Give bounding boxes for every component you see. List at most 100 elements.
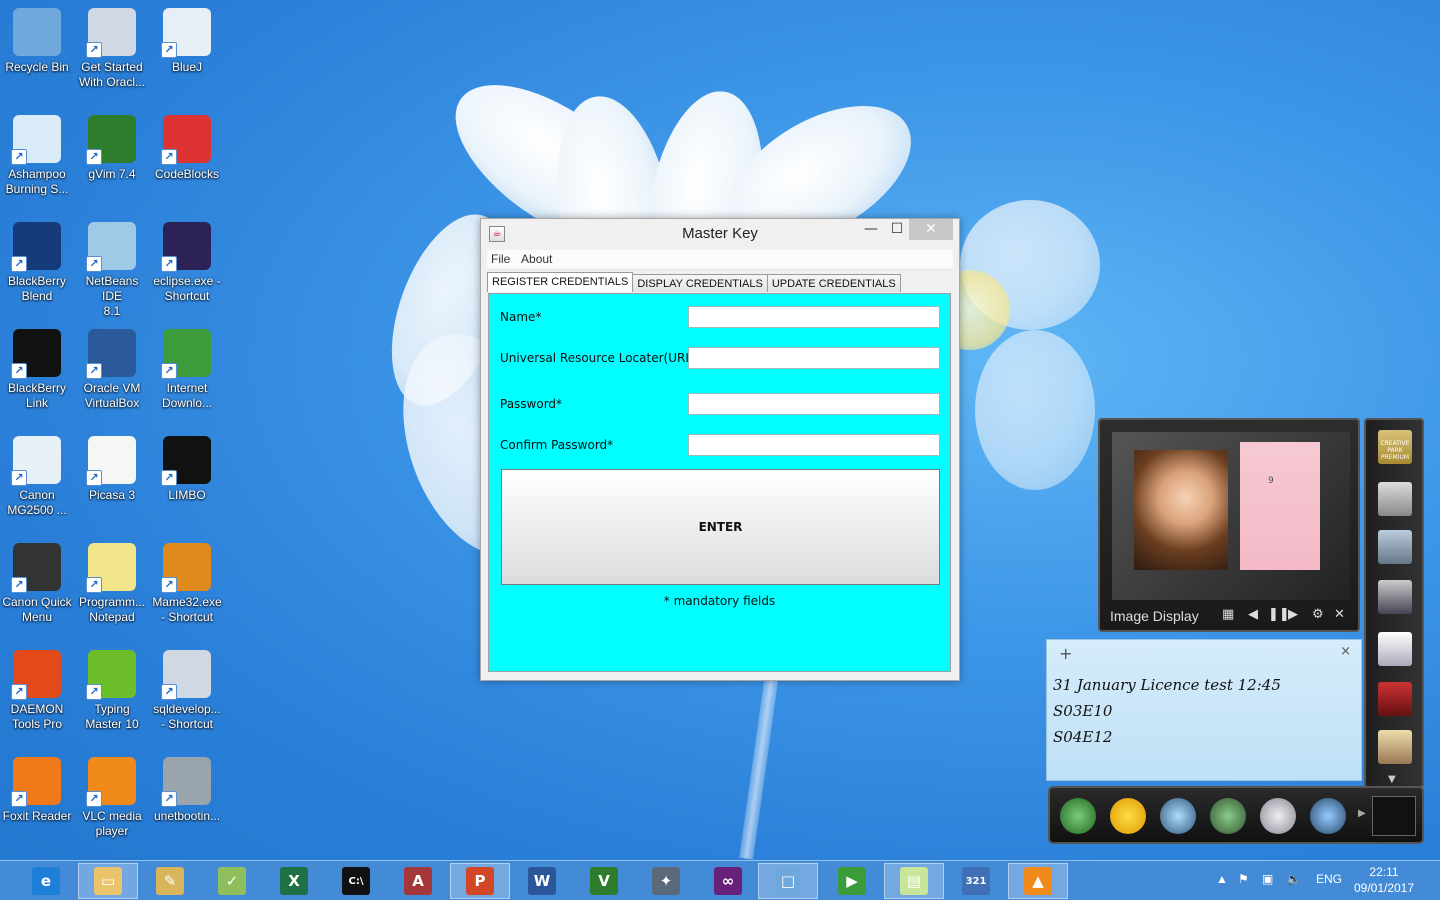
desktop-icon[interactable]: ↗ gVim 7.4: [75, 115, 149, 182]
info-icon[interactable]: [1160, 798, 1196, 834]
desktop-icon[interactable]: ↗ VLC media player: [75, 757, 149, 839]
desktop-icon[interactable]: Recycle Bin: [0, 8, 74, 75]
ashampoo-icon: ↗: [11, 115, 61, 165]
support-icon[interactable]: [1310, 798, 1346, 834]
next-icon[interactable]: ▶: [1288, 607, 1298, 622]
desktop-icon[interactable]: ↗ LIMBO: [150, 436, 224, 503]
file-explorer-icon: ▭: [94, 867, 122, 895]
url-input[interactable]: [688, 347, 940, 369]
name-input[interactable]: [688, 306, 940, 328]
film-print-icon[interactable]: [1378, 580, 1412, 614]
desktop-icon[interactable]: ↗ NetBeans IDE 8.1: [75, 222, 149, 319]
taskbar-button[interactable]: ∞: [698, 863, 758, 899]
desktop-icon-label: sqldevelop... - Shortcut: [153, 702, 221, 731]
vlc-icon: ▲: [1024, 867, 1052, 895]
desktop-icon[interactable]: ↗ Programm... Notepad: [75, 543, 149, 625]
taskbar-button[interactable]: ▭: [78, 863, 138, 899]
tab-display-credentials[interactable]: DISPLAY CREDENTIALS: [632, 274, 768, 292]
enter-button[interactable]: ENTER: [501, 469, 940, 585]
desktop-icon[interactable]: ↗ Internet Downlo...: [150, 329, 224, 411]
desktop-icon[interactable]: ↗ BlueJ: [150, 8, 224, 75]
desktop-icon[interactable]: ↗ DAEMON Tools Pro: [0, 650, 74, 732]
shortcut-arrow-icon: ↗: [161, 577, 177, 593]
taskbar-button[interactable]: ▲: [1008, 863, 1068, 899]
printer-user-icon[interactable]: [1210, 798, 1246, 834]
shortcut-arrow-icon: ↗: [161, 42, 177, 58]
photo-frame-icon[interactable]: [1378, 730, 1412, 764]
desktop-icon[interactable]: ↗ CodeBlocks: [150, 115, 224, 182]
note-line: 31 January Licence test 12:45: [1053, 676, 1281, 694]
taskbar-button[interactable]: ▤: [884, 863, 944, 899]
printer-tool-icon[interactable]: [1378, 482, 1412, 516]
dock-next-icon[interactable]: ▶: [1358, 808, 1366, 819]
maximize-button[interactable]: ☐: [883, 219, 911, 240]
desktop-icon-label: BlackBerry Link: [7, 381, 66, 410]
desktop-icon[interactable]: ↗ Canon Quick Menu: [0, 543, 74, 625]
taskbar-button[interactable]: ✓: [202, 863, 262, 899]
pause-icon[interactable]: ❚❚: [1268, 607, 1290, 622]
menu-about[interactable]: About: [521, 252, 552, 266]
collage-icon[interactable]: [1378, 632, 1412, 666]
photo-album-icon[interactable]: [1378, 682, 1412, 716]
taskbar-button[interactable]: W: [512, 863, 572, 899]
taskbar-button[interactable]: 321: [946, 863, 1006, 899]
network-icon[interactable]: ▣: [1262, 872, 1273, 886]
clock[interactable]: 22:11 09/01/2017: [1348, 864, 1420, 896]
minimize-button[interactable]: —: [857, 219, 885, 240]
show-hidden-icons[interactable]: ▲: [1216, 872, 1228, 886]
desktop-icon[interactable]: ↗ Foxit Reader: [0, 757, 74, 824]
window-titlebar[interactable]: ☕ Master Key — ☐ ✕: [481, 219, 959, 249]
taskbar-button[interactable]: P: [450, 863, 510, 899]
taskbar-button[interactable]: V: [574, 863, 634, 899]
desktop-icon[interactable]: ↗ Ashampoo Burning S...: [0, 115, 74, 197]
mame-icon: ↗: [161, 543, 211, 593]
shortcut-arrow-icon: ↗: [86, 684, 102, 700]
gadget-close-icon[interactable]: ✕: [1334, 607, 1345, 622]
creative-park-badge[interactable]: CREATIVE PARK PREMIUM: [1378, 430, 1412, 464]
image-display-gadget: 9 Image Display ▦ ◀ ❚❚ ▶ ⚙ ✕: [1098, 418, 1360, 632]
tab-update-credentials[interactable]: UPDATE CREDENTIALS: [766, 274, 901, 292]
photo-layout-icon[interactable]: [1378, 530, 1412, 564]
wifi-icon[interactable]: [1110, 798, 1146, 834]
delete-note-button[interactable]: ×: [1340, 644, 1351, 659]
taskbar-button[interactable]: ✎: [140, 863, 200, 899]
volume-icon[interactable]: 🔈: [1286, 872, 1301, 886]
keyboard-icon[interactable]: [1372, 796, 1416, 836]
taskbar-button[interactable]: ▶: [822, 863, 882, 899]
sticky-note[interactable]: + × 31 January Licence test 12:45 S03E10…: [1046, 639, 1362, 781]
desktop-icon[interactable]: ↗ unetbootin...: [150, 757, 224, 824]
taskbar-button[interactable]: X: [264, 863, 324, 899]
desktop-icon[interactable]: ↗ Get Started With Oracl...: [75, 8, 149, 90]
desktop-icon[interactable]: ↗ Mame32.exe - Shortcut: [150, 543, 224, 625]
shortcut-arrow-icon: ↗: [11, 684, 27, 700]
scroll-down-icon[interactable]: ▼: [1388, 774, 1396, 785]
menu-file[interactable]: File: [491, 252, 510, 266]
desktop-icon[interactable]: ↗ BlackBerry Blend: [0, 222, 74, 304]
taskbar-button[interactable]: ✦: [636, 863, 696, 899]
taskbar-button[interactable]: A: [388, 863, 448, 899]
previous-icon[interactable]: ◀: [1248, 607, 1258, 622]
notepad-plus-icon: ✓: [218, 867, 246, 895]
desktop-icon[interactable]: ↗ sqldevelop... - Shortcut: [150, 650, 224, 732]
grid-view-icon[interactable]: ▦: [1222, 607, 1234, 622]
desktop-icon[interactable]: ↗ Typing Master 10: [75, 650, 149, 732]
add-note-button[interactable]: +: [1059, 644, 1072, 663]
password-input[interactable]: [688, 393, 940, 415]
taskbar-button[interactable]: C:\: [326, 863, 386, 899]
calendar-image: [1240, 442, 1320, 570]
desktop-icon[interactable]: ↗ Canon MG2500 ...: [0, 436, 74, 518]
people-icon[interactable]: [1060, 798, 1096, 834]
desktop-icon[interactable]: ↗ Picasa 3: [75, 436, 149, 503]
close-button[interactable]: ✕: [909, 219, 953, 240]
help-icon[interactable]: [1260, 798, 1296, 834]
desktop-icon[interactable]: ↗ eclipse.exe - Shortcut: [150, 222, 224, 304]
settings-icon[interactable]: ⚙: [1312, 607, 1324, 622]
confirm-password-input[interactable]: [688, 434, 940, 456]
desktop-icon[interactable]: ↗ Oracle VM VirtualBox: [75, 329, 149, 411]
tab-register-credentials[interactable]: REGISTER CREDENTIALS: [487, 272, 634, 292]
taskbar-button[interactable]: □: [758, 863, 818, 899]
desktop-icon[interactable]: ↗ BlackBerry Link: [0, 329, 74, 411]
language-indicator[interactable]: ENG: [1316, 872, 1342, 886]
action-center-flag-icon[interactable]: ⚑: [1238, 872, 1249, 886]
taskbar-button[interactable]: e: [16, 863, 76, 899]
